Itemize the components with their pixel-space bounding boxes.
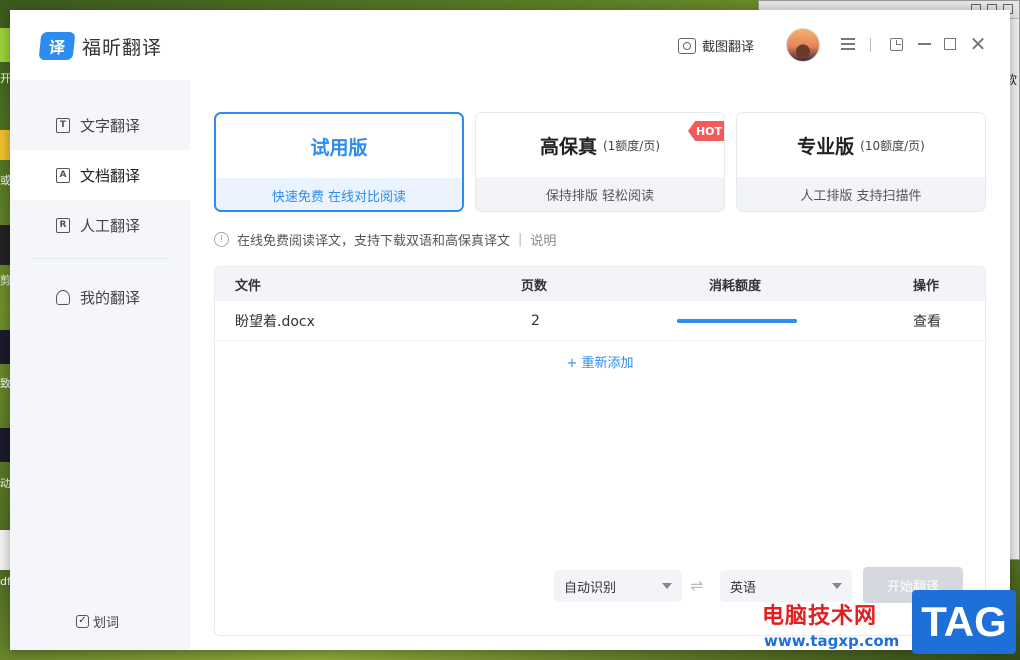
notice: ! 在线免费阅读译文，支持下载双语和高保真译文 | 说明 [214, 230, 556, 249]
maximize-icon[interactable] [940, 34, 960, 54]
checkbox-icon: ✓ [76, 615, 89, 628]
plan-card-professional[interactable]: 专业版 (10额度/页) 人工排版 支持扫描件 [736, 112, 986, 212]
sidebar: T 文字翻译 A 文档翻译 R 人工翻译 我的翻译 ✓ 划词 [10, 80, 190, 650]
source-language-value: 自动识别 [564, 580, 617, 596]
camera-icon [678, 37, 696, 54]
hot-badge: HOT [688, 121, 724, 141]
title-bar: 译 福昕翻译 截图翻译 ✕ [10, 10, 1010, 80]
column-header-file: 文件 [235, 278, 262, 294]
app-window: 译 福昕翻译 截图翻译 ✕ T 文字翻译 A 文档翻译 R 人工翻译 我的翻译 … [10, 10, 1010, 650]
plan-description: 快速免费 在线对比阅读 [216, 178, 462, 210]
human-translate-icon: R [56, 217, 70, 233]
info-icon: ! [214, 232, 229, 247]
view-link[interactable]: 查看 [913, 301, 941, 340]
watermark-url: www.tagxp.com [764, 632, 900, 650]
target-language-value: 英语 [730, 580, 757, 596]
screenshot-translate-button[interactable]: 截图翻译 [678, 36, 754, 55]
main-content: 试用版 快速免费 在线对比阅读 HOT 高保真 (1额度/页) 保持排版 轻松阅… [190, 80, 1010, 650]
notice-separator: | [518, 232, 523, 247]
column-header-usage: 消耗额度 [709, 278, 762, 294]
sidebar-divider [30, 258, 170, 259]
file-name: 盼望着.docx [235, 313, 315, 330]
explanation-link[interactable]: 说明 [530, 230, 556, 249]
word-select-label: 划词 [93, 616, 120, 631]
watermark: 电脑技术网 www.tagxp.com TAG [760, 590, 1020, 660]
chevron-down-icon [832, 583, 842, 589]
sidebar-item-my-translations[interactable]: 我的翻译 [10, 272, 190, 322]
notice-text: 在线免费阅读译文，支持下载双语和高保真译文 [237, 234, 511, 249]
divider [870, 38, 871, 52]
plan-description: 保持排版 轻松阅读 [476, 177, 724, 211]
doc-translate-icon: A [56, 167, 70, 183]
watermark-tag-logo: TAG [912, 590, 1016, 654]
app-logo: 译 福昕翻译 [38, 32, 163, 60]
plan-name: 专业版 [797, 135, 855, 158]
plan-card-high-fidelity[interactable]: HOT 高保真 (1额度/页) 保持排版 轻松阅读 [475, 112, 725, 212]
page-count: 2 [531, 312, 540, 329]
close-icon[interactable]: ✕ [968, 32, 988, 56]
sidebar-item-doc-translate[interactable]: A 文档翻译 [10, 150, 190, 200]
watermark-site-name: 电脑技术网 [762, 604, 878, 629]
text-translate-icon: T [56, 117, 70, 133]
sidebar-item-label: 我的翻译 [80, 288, 141, 307]
swap-languages-icon[interactable]: ⇌ [690, 576, 703, 595]
column-header-action: 操作 [913, 278, 940, 294]
screenshot-translate-label: 截图翻译 [702, 40, 755, 55]
sidebar-item-human-translate[interactable]: R 人工翻译 [10, 200, 190, 250]
sidebar-item-label: 文档翻译 [80, 166, 141, 185]
word-select-toggle[interactable]: ✓ 划词 [76, 612, 119, 631]
sidebar-item-text-translate[interactable]: T 文字翻译 [10, 100, 190, 150]
plan-price: (1额度/页) [602, 138, 661, 153]
plan-name: 试用版 [310, 136, 368, 159]
column-header-pages: 页数 [521, 278, 548, 294]
usage-progress-bar [677, 319, 797, 323]
table-row: 盼望着.docx 2 查看 [215, 301, 985, 341]
plan-price: (10额度/页) [860, 138, 925, 153]
app-name: 福昕翻译 [82, 36, 163, 59]
avatar[interactable] [786, 28, 820, 62]
table-header: 文件 页数 消耗额度 操作 [215, 267, 985, 301]
chevron-down-icon [662, 583, 672, 589]
person-icon [56, 289, 70, 305]
logo-icon: 译 [38, 32, 76, 60]
plan-card-trial[interactable]: 试用版 快速免费 在线对比阅读 [214, 112, 464, 212]
pin-window-icon[interactable] [886, 34, 906, 54]
sidebar-item-label: 文字翻译 [80, 116, 141, 135]
menu-icon[interactable] [838, 34, 858, 54]
sidebar-item-label: 人工翻译 [80, 216, 141, 235]
re-add-button[interactable]: + 重新添加 [215, 341, 985, 381]
source-language-select[interactable]: 自动识别 [554, 570, 682, 602]
minimize-icon[interactable] [914, 34, 934, 54]
plan-description: 人工排版 支持扫描件 [737, 177, 985, 211]
plan-name: 高保真 [539, 135, 597, 158]
